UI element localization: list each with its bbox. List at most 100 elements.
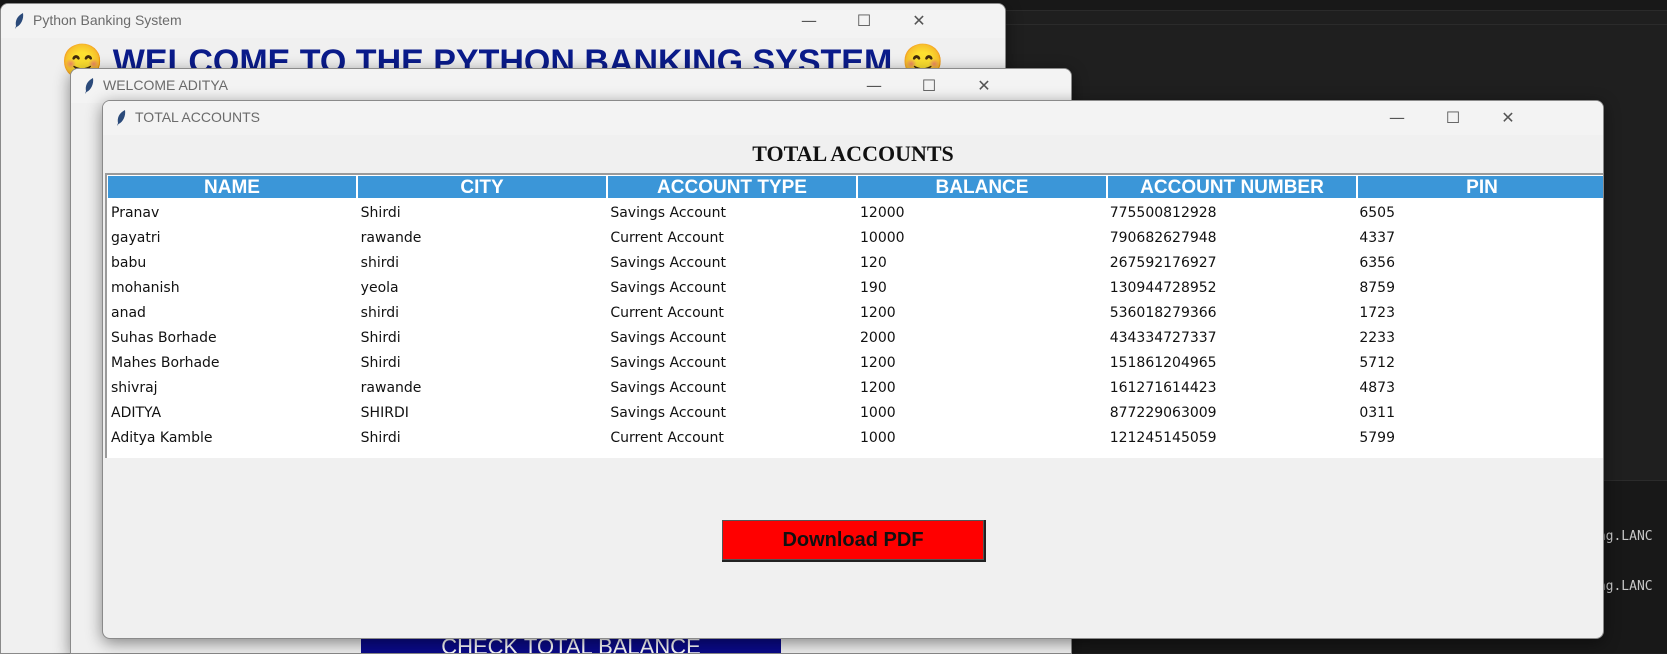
column-header-pin[interactable]: PIN — [1357, 175, 1603, 199]
window-title: WELCOME ADITYA — [103, 77, 228, 93]
feather-icon — [15, 13, 24, 29]
cell-city: Shirdi — [360, 355, 401, 371]
cell-pin: 6505 — [1359, 205, 1395, 221]
cell-city: Shirdi — [360, 205, 401, 221]
table-body: Pranav Shirdi Savings Account 12000 77550081… — [107, 201, 1603, 451]
cell-name: mohanish — [111, 280, 180, 296]
cell-pin: 8759 — [1359, 280, 1395, 296]
close-button[interactable]: ✕ — [956, 69, 1012, 103]
cell-account-number: 121245145059 — [1109, 430, 1217, 446]
cell-city: shirdi — [360, 255, 400, 271]
cell-name: gayatri — [111, 230, 161, 246]
maximize-button[interactable]: ☐ — [901, 69, 957, 103]
cell-account-number: 536018279366 — [1109, 305, 1217, 321]
cell-name: anad — [111, 305, 146, 321]
cell-balance: 120 — [860, 255, 887, 271]
minimize-button[interactable]: — — [846, 69, 902, 103]
cell-pin: 0311 — [1359, 405, 1395, 421]
cell-account-number: 161271614423 — [1109, 380, 1217, 396]
cell-city: rawande — [360, 380, 422, 396]
table-row[interactable]: Suhas Borhade Shirdi Savings Account 2000 43… — [107, 326, 1603, 351]
cell-account-type: Savings Account — [610, 405, 727, 421]
cell-name: Mahes Borhade — [111, 355, 220, 371]
table-row[interactable]: babu shirdi Savings Account 120 267592176927… — [107, 251, 1603, 276]
cell-account-number: 434334727337 — [1109, 330, 1217, 346]
cell-pin: 5712 — [1359, 355, 1395, 371]
table-row[interactable]: ADITYA SHIRDI Savings Account 1000 877229063… — [107, 401, 1603, 426]
cell-balance: 1200 — [860, 355, 896, 371]
cell-pin: 5799 — [1359, 430, 1395, 446]
column-header-name[interactable]: NAME — [107, 175, 357, 199]
page-title: TOTAL ACCOUNTS — [752, 141, 954, 166]
cell-name: shivraj — [111, 380, 158, 396]
column-header-balance[interactable]: BALANCE — [857, 175, 1107, 199]
cell-balance: 1200 — [860, 305, 896, 321]
cell-balance: 10000 — [860, 230, 905, 246]
minimize-button[interactable]: — — [781, 4, 837, 38]
table-row[interactable]: gayatri rawande Current Account 10000 790682… — [107, 226, 1603, 251]
cell-account-number: 130944728952 — [1109, 280, 1217, 296]
window-title: TOTAL ACCOUNTS — [135, 109, 260, 125]
ide-divider — [1000, 24, 1667, 25]
feather-icon — [85, 78, 94, 94]
cell-account-type: Savings Account — [610, 380, 727, 396]
total-accounts-window[interactable]: TOTAL ACCOUNTS — ☐ ✕ TOTAL ACCOUNTS NAME… — [102, 100, 1604, 639]
column-header-city[interactable]: CITY — [357, 175, 607, 199]
download-pdf-button[interactable]: Download PDF — [722, 520, 986, 562]
cell-balance: 12000 — [860, 205, 905, 221]
feather-icon — [117, 110, 126, 126]
title-bar[interactable]: Python Banking System — ☐ ✕ — [1, 4, 1005, 38]
close-button[interactable]: ✕ — [891, 4, 947, 38]
cell-account-type: Current Account — [610, 230, 724, 246]
cell-pin: 4337 — [1359, 230, 1395, 246]
cell-pin: 2233 — [1359, 330, 1395, 346]
table-row[interactable]: anad shirdi Current Account 1200 53601827936… — [107, 301, 1603, 326]
cell-name: Aditya Kamble — [111, 430, 213, 446]
cell-balance: 1000 — [860, 430, 896, 446]
cell-account-number: 877229063009 — [1109, 405, 1217, 421]
cell-city: rawande — [360, 230, 422, 246]
cell-account-type: Savings Account — [610, 355, 727, 371]
cell-city: shirdi — [360, 305, 400, 321]
cell-city: Shirdi — [360, 330, 401, 346]
table-row[interactable]: Aditya Kamble Shirdi Current Account 1000 12… — [107, 426, 1603, 451]
cell-city: SHIRDI — [360, 405, 409, 421]
cell-account-type: Savings Account — [610, 255, 727, 271]
close-button[interactable]: ✕ — [1480, 101, 1536, 135]
minimize-button[interactable]: — — [1369, 101, 1425, 135]
maximize-button[interactable]: ☐ — [1425, 101, 1481, 135]
table-row[interactable]: mohanish yeola Savings Account 190 130944728… — [107, 276, 1603, 301]
table-row[interactable]: shivraj rawande Savings Account 1200 1612716… — [107, 376, 1603, 401]
cell-account-number: 267592176927 — [1109, 255, 1217, 271]
maximize-button[interactable]: ☐ — [836, 4, 892, 38]
cell-account-number: 775500812928 — [1109, 205, 1217, 221]
column-header-account-type[interactable]: ACCOUNT TYPE — [607, 175, 857, 199]
table-row[interactable]: Mahes Borhade Shirdi Savings Account 1200 15… — [107, 351, 1603, 376]
cell-balance: 2000 — [860, 330, 896, 346]
cell-city: yeola — [360, 280, 399, 296]
cell-account-type: Savings Account — [610, 205, 727, 221]
title-bar[interactable]: TOTAL ACCOUNTS — ☐ ✕ — [103, 101, 1603, 135]
column-header-account-number[interactable]: ACCOUNT NUMBER — [1107, 175, 1357, 199]
table-row[interactable]: Pranav Shirdi Savings Account 12000 77550081… — [107, 201, 1603, 226]
cell-pin: 6356 — [1359, 255, 1395, 271]
cell-account-type: Current Account — [610, 430, 724, 446]
cell-name: babu — [111, 255, 147, 271]
cell-name: ADITYA — [111, 405, 162, 421]
cell-name: Pranav — [111, 205, 160, 221]
cell-account-type: Savings Account — [610, 280, 727, 296]
cell-balance: 1200 — [860, 380, 896, 396]
cell-account-type: Savings Account — [610, 330, 727, 346]
cell-name: Suhas Borhade — [111, 330, 217, 346]
cell-balance: 190 — [860, 280, 887, 296]
cell-pin: 1723 — [1359, 305, 1395, 321]
window-title: Python Banking System — [33, 12, 182, 28]
accounts-table[interactable]: NAME CITY ACCOUNT TYPE BALANCE ACCOUNT N… — [105, 173, 1603, 458]
cell-balance: 1000 — [860, 405, 896, 421]
table-header: NAME CITY ACCOUNT TYPE BALANCE ACCOUNT N… — [107, 175, 1603, 201]
cell-city: Shirdi — [360, 430, 401, 446]
title-bar[interactable]: WELCOME ADITYA — ☐ ✕ — [71, 69, 1071, 103]
cell-account-number: 151861204965 — [1109, 355, 1217, 371]
cell-account-type: Current Account — [610, 305, 724, 321]
cell-account-number: 790682627948 — [1109, 230, 1217, 246]
